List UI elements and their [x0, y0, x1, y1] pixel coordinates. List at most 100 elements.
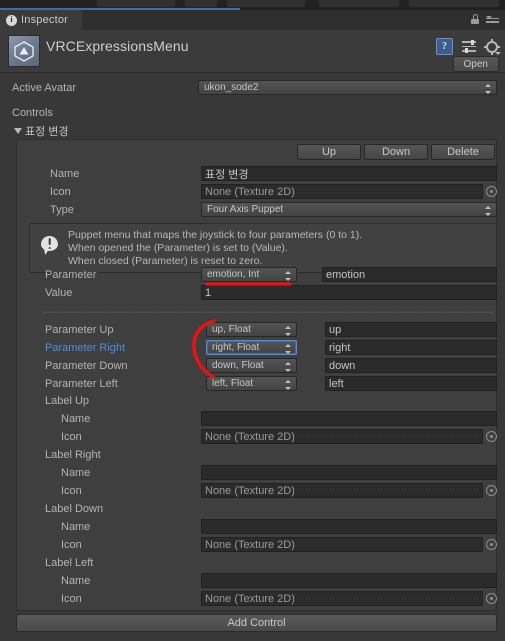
parameter-dropdown[interactable]: emotion, Int: [201, 267, 297, 282]
toolbar-button-1[interactable]: [96, 0, 176, 8]
help-box-text: Puppet menu that maps the joystick to fo…: [68, 229, 363, 267]
label-icon-label-2: Icon: [61, 539, 82, 551]
asset-header-actions: ?: [436, 38, 501, 55]
parameter-label: Parameter: [45, 269, 97, 281]
label-group-title-0: Label Up: [45, 395, 90, 407]
label-name-label-2: Name: [61, 521, 91, 533]
label-name-input-3[interactable]: [201, 573, 497, 588]
axis-param-dropdown-2[interactable]: down, Float: [206, 358, 297, 373]
value-field-value: 1: [205, 286, 212, 299]
label-group-title-2: Label Down: [45, 503, 104, 515]
tab-bar-actions: [471, 14, 499, 24]
move-up-button[interactable]: Up: [297, 144, 361, 160]
objectfield-texture: [287, 595, 480, 602]
warning-bubble-icon: [41, 236, 58, 251]
chevron-updown-icon: [285, 325, 292, 336]
axis-param-label-0: Parameter Up: [45, 324, 114, 336]
axis-param-name-input-3[interactable]: left: [325, 376, 497, 391]
axis-param-name-value-1: right: [329, 341, 351, 354]
open-button[interactable]: Open: [452, 56, 499, 72]
control-name-input[interactable]: 표정 변경: [201, 166, 497, 181]
label-name-label-1: Name: [61, 467, 91, 479]
objectfield-texture: [287, 487, 480, 494]
control-icon-picker-icon[interactable]: [486, 186, 497, 197]
label-icon-label-1: Icon: [61, 485, 82, 497]
axis-param-name-input-2[interactable]: down: [325, 358, 497, 373]
asset-header: VRCExpressionsMenu ? Open: [0, 30, 505, 72]
label-icon-objectfield-1[interactable]: None (Texture 2D): [201, 483, 483, 498]
label-name-input-0[interactable]: [201, 411, 497, 426]
help-box: Puppet menu that maps the joystick to fo…: [29, 223, 497, 273]
toolbar-button-4[interactable]: [318, 0, 400, 8]
help-icon[interactable]: ?: [436, 38, 453, 55]
chevron-updown-icon: [285, 361, 292, 372]
tab-inspector[interactable]: i Inspector: [0, 10, 82, 30]
value-input[interactable]: 1: [201, 285, 497, 300]
axis-param-label-2: Parameter Down: [45, 360, 128, 372]
parameter-name-input[interactable]: emotion: [322, 267, 497, 282]
label-icon-value-1: None (Texture 2D): [205, 484, 295, 497]
inspector-window: i Inspector VRCExpressionsMenu ? Open Ac…: [0, 0, 505, 641]
info-icon: i: [6, 14, 17, 26]
axis-param-name-value-2: down: [329, 359, 356, 372]
inspector-body: Active Avatar ukon_sode2 Controls 표정 변경 …: [0, 73, 505, 641]
active-avatar-value: ukon_sode2: [204, 82, 259, 93]
label-icon-picker-icon-3[interactable]: [486, 593, 497, 604]
gear-icon[interactable]: [484, 38, 501, 55]
toolbar-button-2[interactable]: [184, 0, 218, 8]
label-icon-picker-icon-0[interactable]: [486, 431, 497, 442]
axis-param-name-input-0[interactable]: up: [325, 322, 497, 337]
lock-icon[interactable]: [471, 14, 479, 24]
label-name-label-3: Name: [61, 575, 91, 587]
axis-param-label-1: Parameter Right: [45, 342, 126, 354]
active-avatar-dropdown[interactable]: ukon_sode2: [198, 80, 497, 95]
chevron-updown-icon: [285, 343, 292, 354]
axis-param-dropdown-3[interactable]: left, Float: [206, 376, 297, 391]
hamburger-menu-icon[interactable]: [486, 15, 499, 24]
control-type-label: Type: [50, 204, 74, 216]
add-control-button[interactable]: Add Control: [16, 614, 497, 632]
axis-param-name-value-3: left: [329, 377, 344, 390]
label-group-title-3: Label Left: [45, 557, 94, 569]
axis-param-name-input-1[interactable]: right: [325, 340, 497, 355]
triangle-down-icon: [14, 128, 22, 134]
control-name-label: Name: [50, 168, 80, 180]
toolbar-button-3[interactable]: [226, 0, 306, 8]
label-icon-value-0: None (Texture 2D): [205, 430, 295, 443]
chevron-updown-icon: [485, 83, 492, 94]
chevron-updown-icon: [285, 379, 292, 390]
axis-param-dropdown-value-2: down, Float: [212, 360, 264, 371]
axis-param-dropdown-1[interactable]: right, Float: [206, 340, 297, 355]
axis-param-dropdown-0[interactable]: up, Float: [206, 322, 297, 337]
control-icon-objectfield[interactable]: None (Texture 2D): [201, 184, 483, 199]
value-label: Value: [45, 287, 73, 299]
label-icon-objectfield-2[interactable]: None (Texture 2D): [201, 537, 483, 552]
label-group-title-1: Label Right: [45, 449, 101, 461]
label-icon-picker-icon-2[interactable]: [486, 539, 497, 550]
control-foldout[interactable]: 표정 변경: [14, 123, 69, 139]
toolbar-button-5[interactable]: [408, 0, 500, 8]
move-down-button[interactable]: Down: [364, 144, 428, 160]
axis-param-name-value-0: up: [329, 323, 342, 336]
label-name-input-1[interactable]: [201, 465, 497, 480]
controls-label: Controls: [12, 107, 53, 119]
label-name-input-2[interactable]: [201, 519, 497, 534]
control-foldout-label: 표정 변경: [25, 126, 69, 138]
control-type-dropdown[interactable]: Four Axis Puppet: [201, 202, 497, 217]
section-divider: [42, 311, 494, 313]
editor-toolbar-strip: [0, 0, 505, 10]
objectfield-texture: [287, 433, 480, 440]
chevron-updown-icon: [485, 205, 492, 216]
tab-bar: i Inspector: [0, 10, 505, 30]
tab-inspector-label: Inspector: [21, 14, 69, 26]
control-icon-value: None (Texture 2D): [205, 185, 295, 198]
scriptable-object-icon: [8, 35, 40, 67]
label-icon-objectfield-3[interactable]: None (Texture 2D): [201, 591, 483, 606]
delete-button[interactable]: Delete: [431, 144, 495, 160]
parameter-dropdown-value: emotion, Int: [207, 269, 260, 280]
control-type-value: Four Axis Puppet: [207, 204, 284, 215]
control-icon-label: Icon: [50, 186, 71, 198]
label-icon-picker-icon-1[interactable]: [486, 485, 497, 496]
preset-icon[interactable]: [462, 39, 476, 53]
label-icon-objectfield-0[interactable]: None (Texture 2D): [201, 429, 483, 444]
